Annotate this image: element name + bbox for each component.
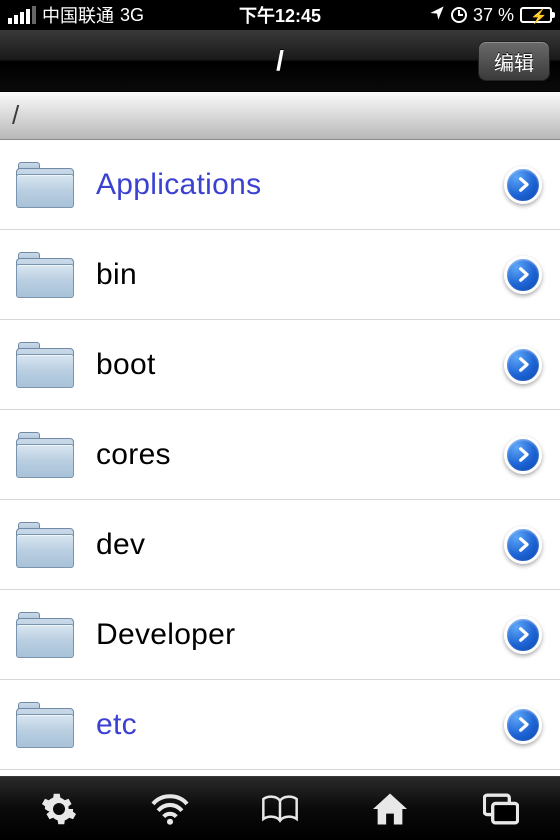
- folder-icon: [16, 342, 74, 388]
- file-row[interactable]: boot: [0, 320, 560, 410]
- battery-icon: ⚡: [520, 7, 552, 23]
- folder-icon: [16, 702, 74, 748]
- wifi-icon: [149, 792, 191, 826]
- network-label: 3G: [120, 5, 144, 26]
- file-row[interactable]: dev: [0, 500, 560, 590]
- edit-button-label: 编辑: [494, 47, 534, 76]
- file-name: Developer: [96, 618, 482, 652]
- file-row[interactable]: Developer: [0, 590, 560, 680]
- file-row[interactable]: bin: [0, 230, 560, 320]
- tab-windows[interactable]: [477, 789, 525, 829]
- file-name: Applications: [96, 168, 482, 202]
- file-row[interactable]: cores: [0, 410, 560, 500]
- file-row[interactable]: Applications: [0, 140, 560, 230]
- detail-disclosure-button[interactable]: [504, 706, 542, 744]
- gear-icon: [41, 791, 77, 827]
- folder-icon: [16, 522, 74, 568]
- file-name: bin: [96, 258, 482, 292]
- windows-icon: [483, 793, 519, 825]
- detail-disclosure-button[interactable]: [504, 346, 542, 384]
- book-icon: [260, 793, 300, 825]
- edit-button[interactable]: 编辑: [478, 41, 550, 81]
- nav-bar: / 编辑: [0, 30, 560, 92]
- home-icon: [371, 792, 409, 826]
- location-icon: [429, 5, 445, 26]
- tab-bookmarks[interactable]: [256, 789, 304, 829]
- breadcrumb: /: [0, 92, 560, 140]
- folder-icon: [16, 162, 74, 208]
- file-name: dev: [96, 528, 482, 562]
- chevron-right-icon: [515, 176, 532, 193]
- folder-icon: [16, 252, 74, 298]
- tab-network[interactable]: [146, 789, 194, 829]
- chevron-right-icon: [515, 266, 532, 283]
- chevron-right-icon: [515, 356, 532, 373]
- detail-disclosure-button[interactable]: [504, 526, 542, 564]
- file-name: etc: [96, 708, 482, 742]
- clock-icon: [451, 7, 467, 23]
- nav-title: /: [276, 45, 284, 77]
- tab-home[interactable]: [366, 789, 414, 829]
- battery-percent: 37 %: [473, 5, 514, 26]
- file-row[interactable]: etc: [0, 680, 560, 770]
- file-list: Applications bin boot cores dev Developer etc: [0, 140, 560, 776]
- chevron-right-icon: [515, 626, 532, 643]
- detail-disclosure-button[interactable]: [504, 166, 542, 204]
- file-name: cores: [96, 438, 482, 472]
- breadcrumb-path: /: [12, 100, 19, 131]
- tab-bar: [0, 776, 560, 840]
- detail-disclosure-button[interactable]: [504, 616, 542, 654]
- detail-disclosure-button[interactable]: [504, 256, 542, 294]
- file-name: boot: [96, 348, 482, 382]
- carrier-label: 中国联通: [42, 2, 114, 28]
- detail-disclosure-button[interactable]: [504, 436, 542, 474]
- signal-icon: [8, 6, 36, 24]
- chevron-right-icon: [515, 716, 532, 733]
- folder-icon: [16, 612, 74, 658]
- status-bar: 中国联通 3G 下午12:45 37 % ⚡: [0, 0, 560, 30]
- tab-settings[interactable]: [35, 789, 83, 829]
- chevron-right-icon: [515, 446, 532, 463]
- chevron-right-icon: [515, 536, 532, 553]
- folder-icon: [16, 432, 74, 478]
